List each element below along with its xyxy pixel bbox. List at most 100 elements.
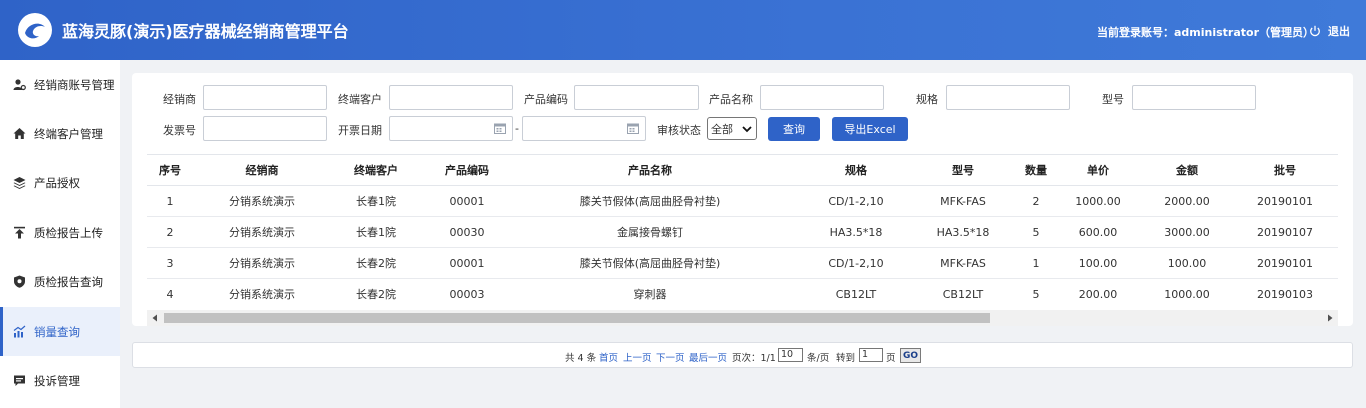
sidebar-item-label: 销量查询 [34,324,80,339]
invoice-date-label: 开票日期 [338,124,382,137]
invoice-date-end[interactable] [522,116,646,141]
cell-index: 1 [166,194,174,208]
pager-goto-label: 转到 [836,353,856,364]
product-code-input[interactable] [574,85,699,110]
export-excel-button[interactable]: 导出Excel [832,117,908,141]
sidebar-item-label: 终端客户管理 [34,126,103,141]
sidebar-item-label: 质检报告上传 [34,225,103,240]
invoice-date-start[interactable] [389,116,513,141]
cell-terminal: 长春1院 [356,226,396,239]
terminal-label: 终端客户 [338,93,382,106]
col-header-product-code: 产品编码 [445,164,489,177]
col-header-index: 序号 [159,164,181,177]
col-header-model: 型号 [952,164,974,177]
sidebar-item-label: 产品授权 [34,175,80,190]
app-title: 蓝海灵豚(演示)医疗器械经销商管理平台 [62,22,349,41]
cell-terminal: 长春1院 [356,195,396,208]
cell-price: 100.00 [1078,256,1118,270]
cell-spec: HA3.5*18 [829,225,883,239]
calendar-icon [627,123,639,134]
sidebar-item-qc-upload[interactable]: 质检报告上传 [0,208,120,257]
cell-price: 1000.00 [1075,194,1121,208]
cell-qty: 2 [1032,194,1040,208]
go-button[interactable]: GO [900,348,921,363]
table-row: 4 分销系统演示 长春2院 00003 穿刺器 CB12LT CB12LT 5 200.00 10… [147,279,1338,309]
logout-button[interactable]: 退出 [1309,23,1350,39]
layers-icon [13,177,26,189]
pager-total: 共 4 条 [565,353,597,364]
logout-label: 退出 [1328,25,1350,38]
pagination-bar: 共 4 条 首页 上一页 下一页 最后一页 页次：1/1 10 条/页 转到 1… [132,342,1353,368]
cell-batch: 20190103 [1257,287,1313,301]
query-button[interactable]: 查询 [768,117,820,141]
cell-spec: CD/1-2,10 [828,194,884,208]
cell-price: 600.00 [1078,225,1118,239]
home-icon [13,128,26,139]
sidebar-item-qc-query[interactable]: 质检报告查询 [0,257,120,306]
cell-product-code: 00030 [449,225,485,239]
cell-dealer: 分销系统演示 [229,226,295,239]
pager-page-info: 页次：1/1 [732,353,776,364]
cell-product-code: 00001 [449,256,485,270]
sidebar-item-sales-query[interactable]: 销量查询 [0,307,120,356]
review-status-value: 全部 [711,122,733,136]
sidebar-item-label: 投诉管理 [34,373,80,388]
review-status-select[interactable]: 全部 [707,117,757,140]
spec-input[interactable] [946,85,1070,110]
sidebar-item-terminal-customers[interactable]: 终端客户管理 [0,109,120,158]
horizontal-scrollbar[interactable] [147,310,1338,326]
sales-table: 序号 经销商 终端客户 产品编码 产品名称 规格 型号 数量 单价 金额 批号 … [147,154,1338,309]
dealer-input[interactable] [203,85,327,110]
invoice-label: 发票号 [163,124,196,137]
pager-page-unit: 页 [886,353,896,364]
page-size-input[interactable]: 10 [778,348,803,362]
cell-qty: 5 [1032,225,1040,239]
col-header-amount: 金额 [1176,164,1198,177]
terminal-input[interactable] [389,85,513,110]
calendar-icon [494,123,506,134]
pager-next-link[interactable]: 下一页 [656,350,685,364]
invoice-input[interactable] [203,116,327,141]
cell-qty: 1 [1032,256,1040,270]
scroll-right-icon[interactable] [1326,314,1334,322]
cell-product-name: 穿刺器 [633,288,667,301]
product-name-label: 产品名称 [709,93,753,106]
cell-model: MFK-FAS [940,194,986,208]
shield-icon [14,275,25,288]
cell-index: 4 [166,287,174,301]
sidebar-item-complaints[interactable]: 投诉管理 [0,356,120,405]
dealer-label: 经销商 [163,93,196,106]
table-row: 3 分销系统演示 长春2院 00001 膝关节假体(高屈曲胫骨衬垫) CD/1-2,10 M… [147,248,1338,279]
goto-page-input[interactable]: 1 [859,348,883,362]
pager-last-link[interactable]: 最后一页 [689,350,727,364]
chart-icon [13,325,26,338]
col-header-product-name: 产品名称 [628,164,672,177]
pager-first-link[interactable]: 首页 [599,350,618,364]
pager-prev-link[interactable]: 上一页 [623,350,652,364]
model-input[interactable] [1132,85,1256,110]
cell-product-code: 00001 [449,194,485,208]
product-name-input[interactable] [760,85,884,110]
message-icon [14,375,25,386]
cell-index: 3 [166,256,174,270]
cell-model: MFK-FAS [940,256,986,270]
cell-product-name: 膝关节假体(高屈曲胫骨衬垫) [579,195,721,208]
scroll-left-icon[interactable] [151,314,159,322]
cell-terminal: 长春2院 [356,257,396,270]
power-icon [1310,25,1320,37]
table-header: 序号 经销商 终端客户 产品编码 产品名称 规格 型号 数量 单价 金额 批号 [147,154,1338,186]
top-header: 蓝海灵豚(演示)医疗器械经销商管理平台 当前登录账号：administrator… [0,0,1366,60]
cell-batch: 20190107 [1257,225,1313,239]
dolphin-logo-icon [18,13,52,47]
sidebar-item-dealer-accounts[interactable]: 经销商账号管理 [0,60,120,109]
col-header-qty: 数量 [1025,164,1047,177]
login-info: 当前登录账号：administrator（管理员） [1097,26,1315,39]
cell-model: HA3.5*18 [936,225,990,239]
sidebar-item-product-authorization[interactable]: 产品授权 [0,158,120,207]
model-label: 型号 [1102,93,1124,106]
sidebar-item-label: 质检报告查询 [34,274,103,289]
cell-dealer: 分销系统演示 [229,288,295,301]
scrollbar-thumb[interactable] [164,313,990,323]
upload-icon [14,226,25,239]
col-header-dealer: 经销商 [245,164,279,177]
